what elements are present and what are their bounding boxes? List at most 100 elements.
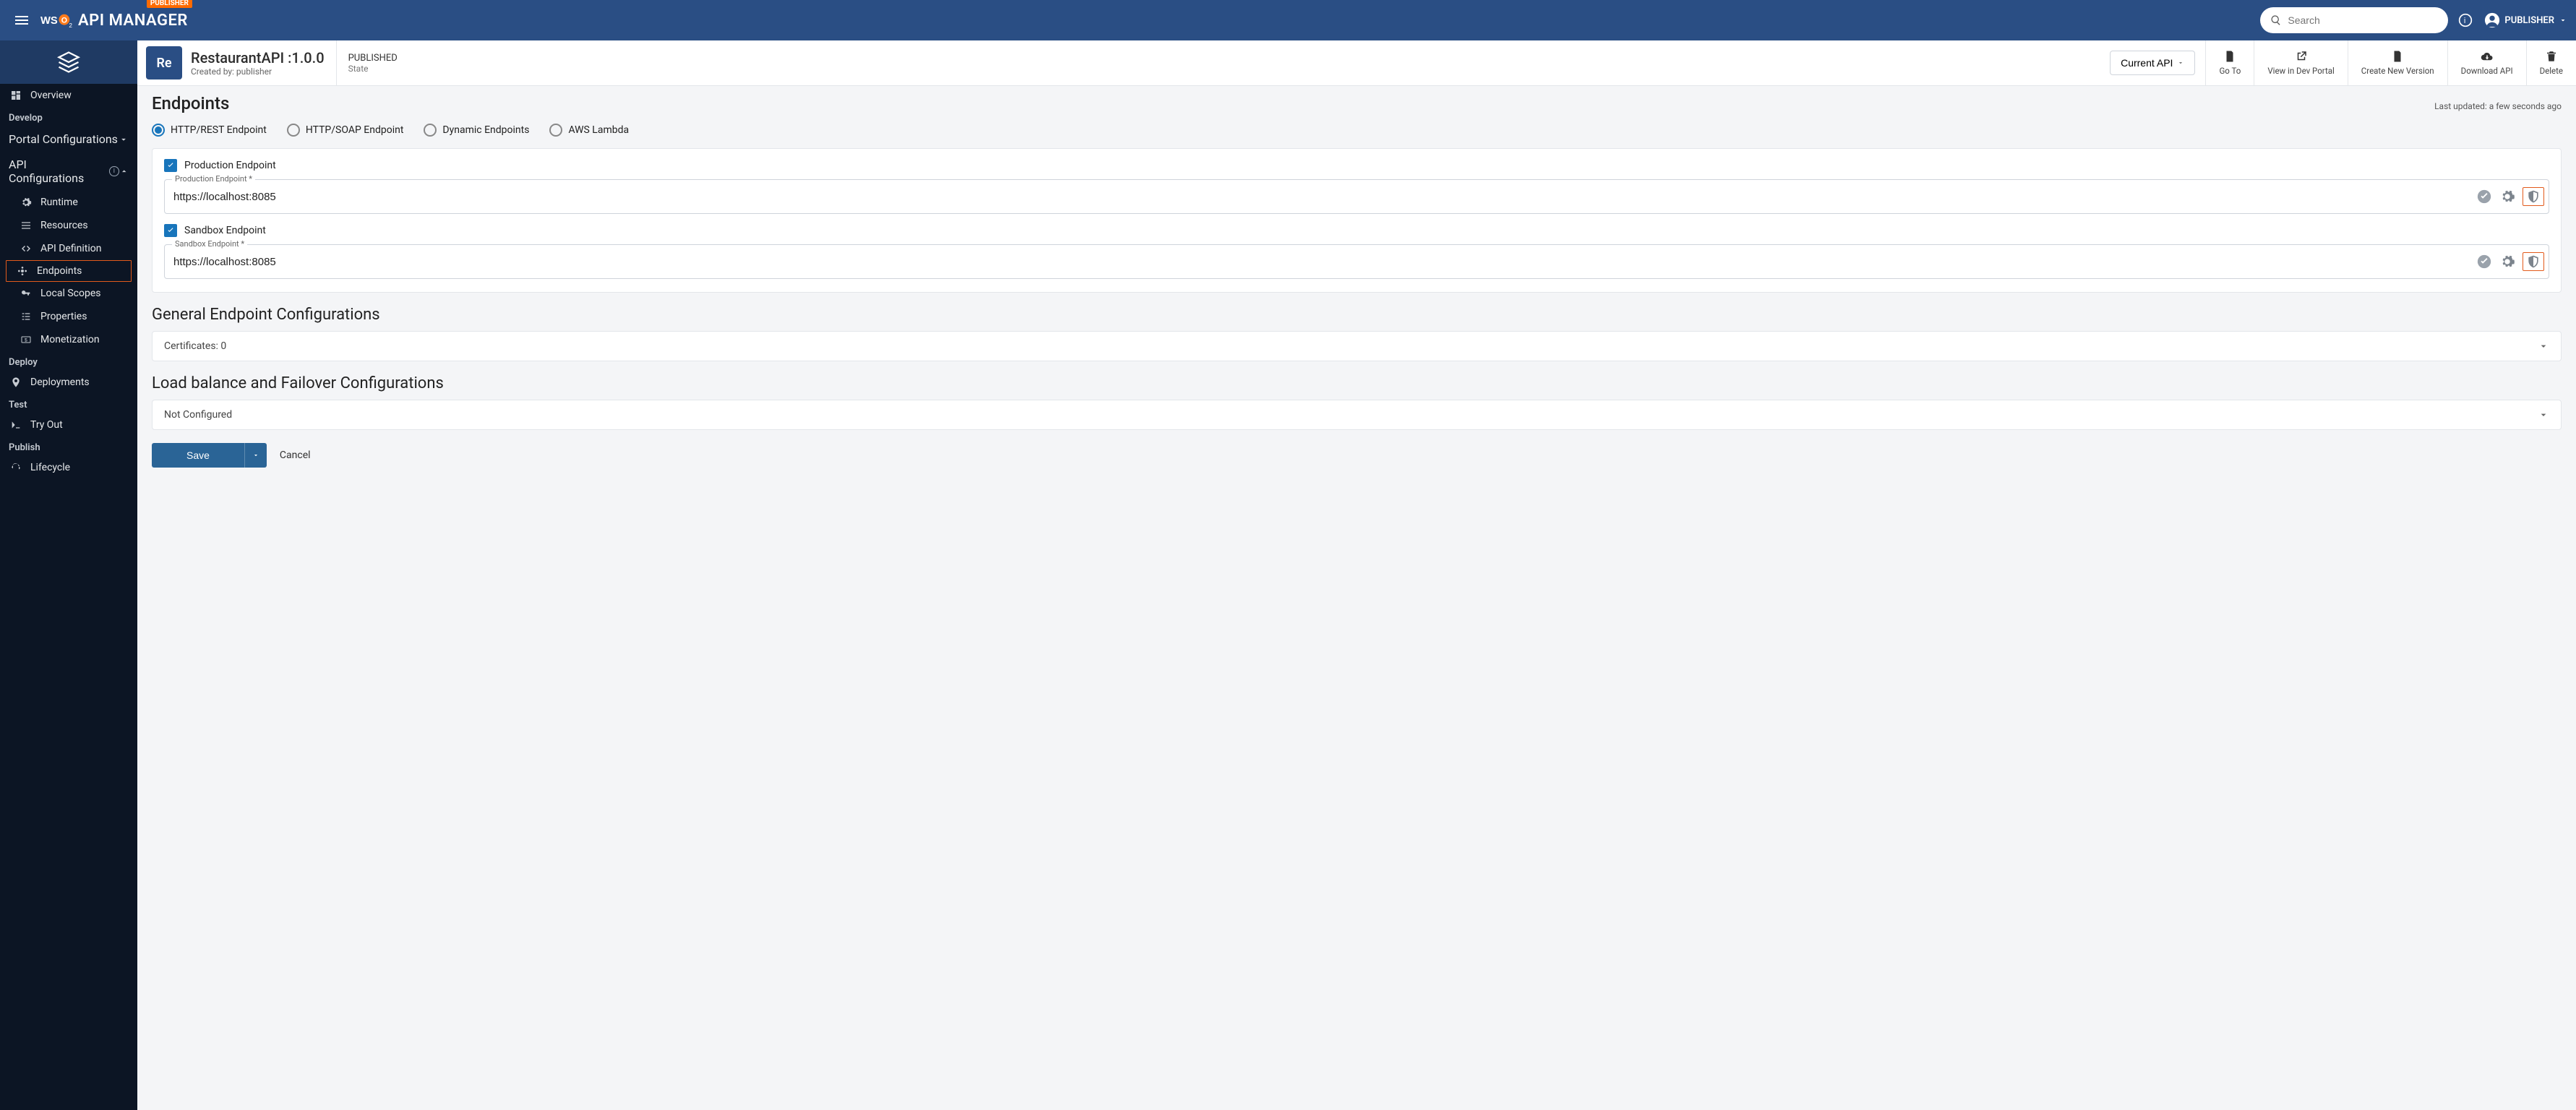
main-content: Re RestaurantAPI :1.0.0 Created by: publ…: [137, 40, 2576, 1110]
api-header: Re RestaurantAPI :1.0.0 Created by: publ…: [137, 40, 2576, 86]
checkbox-checked-icon: [164, 159, 177, 172]
sandbox-endpoint-checkbox[interactable]: Sandbox Endpoint: [164, 224, 2549, 237]
certificates-expander[interactable]: Certificates: 0: [152, 331, 2562, 361]
refresh-icon: [9, 462, 23, 473]
endpoint-check-icon[interactable]: [2476, 254, 2492, 270]
action-delete[interactable]: Delete: [2526, 40, 2576, 85]
sandbox-endpoint-label: Sandbox Endpoint *: [172, 239, 247, 249]
sidebar-item-runtime[interactable]: Runtime: [0, 191, 137, 214]
wso2-logo-icon: WS O 2: [40, 10, 74, 30]
help-button[interactable]: i: [2458, 13, 2473, 27]
sidebar-item-local-scopes[interactable]: Local Scopes: [0, 282, 137, 305]
top-bar: WS O 2 API MANAGER PUBLISHER i PUBLISHER: [0, 0, 2576, 40]
api-state-value: PUBLISHED: [348, 53, 398, 64]
endpoint-security-icon[interactable]: [2523, 187, 2544, 206]
production-endpoint-checkbox[interactable]: Production Endpoint: [164, 159, 2549, 172]
key-icon: [19, 288, 33, 299]
sandbox-endpoint-field: Sandbox Endpoint *: [164, 244, 2549, 279]
svg-text:2: 2: [69, 22, 72, 29]
cancel-button[interactable]: Cancel: [280, 449, 311, 461]
info-icon: i: [2458, 13, 2473, 27]
action-download-api[interactable]: Download API: [2447, 40, 2526, 85]
sidebar-item-tryout[interactable]: Try Out: [0, 413, 137, 436]
list-icon: [19, 220, 33, 231]
sidebar-item-endpoints[interactable]: Endpoints: [6, 260, 132, 282]
save-dropdown-button[interactable]: [244, 443, 267, 468]
trash-icon: [2545, 50, 2558, 63]
sidebar-logo[interactable]: [0, 40, 137, 84]
search-icon: [2270, 14, 2282, 26]
production-endpoint-input[interactable]: [173, 191, 2476, 203]
action-view-dev-portal[interactable]: View in Dev Portal: [2254, 40, 2347, 85]
user-label: PUBLISHER: [2504, 15, 2554, 26]
menu-icon: [13, 12, 30, 29]
cloud-download-icon: [2481, 50, 2494, 63]
user-menu[interactable]: PUBLISHER: [2484, 12, 2567, 28]
action-create-new-version[interactable]: Create New Version: [2348, 40, 2447, 85]
endpoint-security-icon[interactable]: [2523, 252, 2544, 271]
svg-text:$: $: [25, 338, 27, 343]
sidebar-label-develop: Develop: [0, 107, 137, 126]
sidebar-item-portal-configurations[interactable]: Portal Configurations: [0, 126, 137, 152]
sandbox-endpoint-input[interactable]: [173, 256, 2476, 268]
chevron-down-icon: [119, 134, 129, 145]
doc-search-icon: [2223, 50, 2236, 63]
user-icon: [2484, 12, 2500, 28]
radio-unchecked-icon: [287, 124, 300, 137]
terminal-icon: [9, 419, 23, 431]
api-state-label: State: [348, 64, 398, 74]
lb-failover-title: Load balance and Failover Configurations: [152, 374, 2562, 392]
svg-text:i: i: [2464, 17, 2465, 25]
gear-icon: [19, 197, 33, 208]
properties-icon: [19, 311, 33, 322]
sidebar-item-lifecycle[interactable]: Lifecycle: [0, 456, 137, 479]
radio-unchecked-icon: [424, 124, 437, 137]
svg-text:O: O: [61, 16, 67, 25]
dashboard-icon: [9, 90, 23, 101]
search-input[interactable]: [2288, 14, 2438, 26]
sidebar-item-resources[interactable]: Resources: [0, 214, 137, 237]
radio-http-soap[interactable]: HTTP/SOAP Endpoint: [287, 124, 404, 137]
product-name: API MANAGER: [78, 12, 188, 30]
sidebar-label-publish: Publish: [0, 436, 137, 456]
hub-icon: [15, 265, 30, 277]
endpoint-gear-icon[interactable]: [2499, 189, 2515, 205]
sidebar-item-deployments[interactable]: Deployments: [0, 371, 137, 394]
lb-failover-expander[interactable]: Not Configured: [152, 400, 2562, 430]
save-button[interactable]: Save: [152, 443, 244, 468]
radio-dynamic[interactable]: Dynamic Endpoints: [424, 124, 529, 137]
save-button-group: Save: [152, 443, 267, 468]
caret-down-icon: [2177, 59, 2184, 66]
chevron-up-icon: [119, 166, 129, 176]
money-icon: $: [19, 334, 33, 345]
api-title: RestaurantAPI :1.0.0: [191, 49, 325, 66]
radio-aws-lambda[interactable]: AWS Lambda: [549, 124, 629, 137]
chevron-down-icon: [2538, 409, 2549, 421]
general-config-title: General Endpoint Configurations: [152, 306, 2562, 324]
sidebar-item-api-configurations[interactable]: API Configurations i: [0, 152, 137, 191]
sidebar-item-api-definition[interactable]: API Definition: [0, 237, 137, 260]
radio-http-rest[interactable]: HTTP/REST Endpoint: [152, 124, 267, 137]
page-title: Endpoints: [152, 93, 229, 113]
radio-checked-icon: [152, 124, 165, 137]
endpoint-check-icon[interactable]: [2476, 189, 2492, 205]
chevron-down-icon: [2538, 340, 2549, 352]
endpoint-type-radios: HTTP/REST Endpoint HTTP/SOAP Endpoint Dy…: [152, 124, 2562, 137]
chevron-down-icon: [2559, 16, 2567, 25]
current-api-dropdown[interactable]: Current API: [2110, 51, 2195, 75]
sidebar-label-test: Test: [0, 394, 137, 413]
hamburger-menu[interactable]: [9, 7, 35, 33]
open-external-icon: [2295, 50, 2308, 63]
sidebar-item-overview[interactable]: Overview: [0, 84, 137, 107]
location-icon: [9, 377, 23, 388]
checkbox-checked-icon: [164, 224, 177, 237]
sidebar-item-monetization[interactable]: $ Monetization: [0, 328, 137, 351]
sidebar-label-deploy: Deploy: [0, 351, 137, 371]
search-box[interactable]: [2260, 7, 2448, 33]
product-logo[interactable]: WS O 2 API MANAGER PUBLISHER: [40, 10, 188, 30]
radio-unchecked-icon: [549, 124, 562, 137]
action-go-to[interactable]: Go To: [2205, 40, 2254, 85]
endpoint-gear-icon[interactable]: [2499, 254, 2515, 270]
production-endpoint-field: Production Endpoint *: [164, 179, 2549, 214]
sidebar-item-properties[interactable]: Properties: [0, 305, 137, 328]
